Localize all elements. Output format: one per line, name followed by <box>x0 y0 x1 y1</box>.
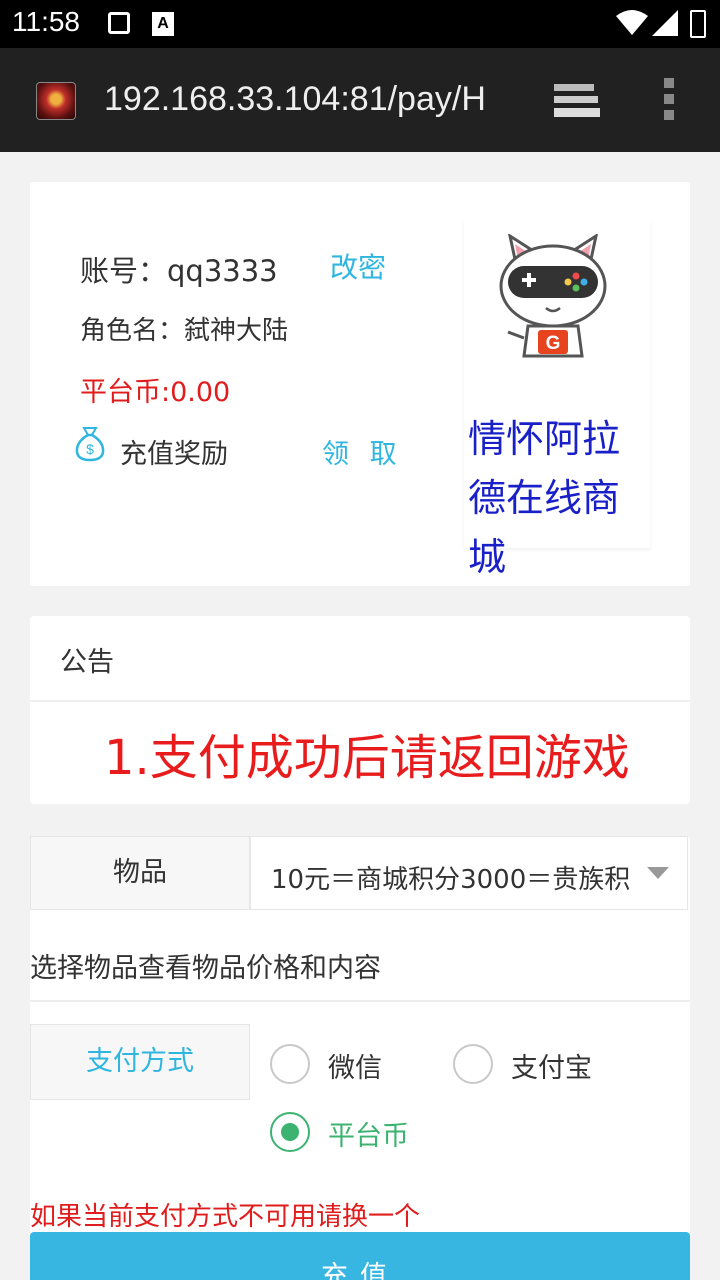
wifi-icon <box>616 10 648 35</box>
svg-text:G: G <box>546 333 561 354</box>
notice-heading: 公告 <box>60 647 114 678</box>
radio-wechat[interactable] <box>270 1044 310 1084</box>
payment-warning: 如果当前支付方式不可用请换一个 <box>30 1202 421 1232</box>
user-info-card: 账号：qq3333 改密 角色名：弑神大陆 平台币:0.00 $ 充值奖励 领 … <box>30 182 690 586</box>
image-icon <box>108 12 130 34</box>
purchase-form: 物品 10元＝商城积分3000＝贵族积分 选择物品查看物品价格和内容 支付方式 … <box>30 836 690 1280</box>
text-a-icon: A <box>152 12 174 36</box>
url-field[interactable]: 192.168.33.104:81/pay/H <box>104 80 516 119</box>
game-favicon <box>36 82 76 120</box>
divider <box>30 1000 690 1002</box>
status-bar: 11:58 A <box>0 0 720 48</box>
item-hint-text: 选择物品查看物品价格和内容 <box>30 953 381 984</box>
item-label: 物品 <box>30 836 250 910</box>
battery-icon <box>690 10 706 38</box>
signal-icon <box>652 10 678 36</box>
radio-platform-coin-label[interactable]: 平台币 <box>328 1114 409 1153</box>
item-select-value: 10元＝商城积分3000＝贵族积分 <box>271 865 631 895</box>
recharge-button[interactable]: 充值 <box>30 1232 690 1280</box>
notice-marquee-text: 1.支付成功后请返回游戏 <box>104 730 630 786</box>
role-name-label: 角色名：弑神大陆 <box>80 316 289 346</box>
divider <box>30 700 690 702</box>
browser-toolbar: 192.168.33.104:81/pay/H <box>0 48 720 152</box>
radio-alipay[interactable] <box>453 1044 493 1084</box>
overflow-menu-icon[interactable] <box>664 78 674 126</box>
shop-banner: G 情怀阿拉德在线商城 <box>464 220 650 579</box>
platform-coin-balance: 平台币:0.00 <box>80 377 231 408</box>
shop-title: 情怀阿拉德在线商城 <box>468 417 621 579</box>
tabs-icon[interactable] <box>552 82 600 120</box>
chevron-down-icon <box>647 867 669 879</box>
claim-reward-button[interactable]: 领 取 <box>322 432 403 471</box>
recharge-reward-label: 充值奖励 <box>120 439 228 470</box>
change-password-link[interactable]: 改密 <box>330 246 386 286</box>
cat-gamepad-mascot-icon: G <box>499 234 607 358</box>
payment-method-label: 支付方式 <box>30 1024 250 1100</box>
radio-wechat-label[interactable]: 微信 <box>328 1046 382 1085</box>
svg-text:$: $ <box>86 441 94 457</box>
status-time: 11:58 <box>12 6 80 37</box>
notice-card: 公告 1.支付成功后请返回游戏 <box>30 616 690 804</box>
radio-platform-coin[interactable] <box>270 1112 310 1152</box>
money-bag-icon: $ <box>75 427 105 462</box>
item-select[interactable]: 10元＝商城积分3000＝贵族积分 <box>250 836 688 910</box>
radio-alipay-label[interactable]: 支付宝 <box>511 1046 592 1085</box>
account-label: 账号：qq3333 <box>80 254 278 288</box>
